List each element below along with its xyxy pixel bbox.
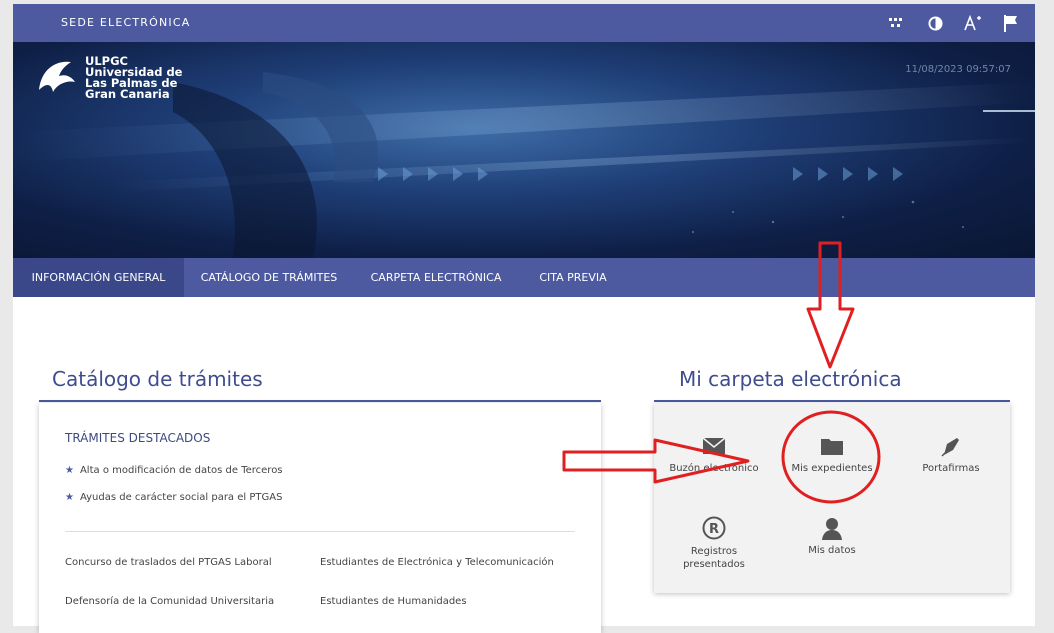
user-icon bbox=[822, 518, 842, 540]
featured-item-label: Alta o modificación de datos de Terceros bbox=[79, 465, 283, 476]
accessibility-tools bbox=[885, 11, 1023, 35]
star-icon: ★ bbox=[65, 465, 74, 476]
contrast-icon[interactable] bbox=[923, 11, 947, 35]
nav-carpeta-electronica[interactable]: CARPETA ELECTRÓNICA bbox=[354, 258, 518, 297]
tile-mis-datos[interactable]: Mis datos bbox=[782, 515, 882, 556]
featured-item[interactable]: ★ Ayudas de carácter social para el PTGAS bbox=[65, 492, 282, 503]
top-bar: SEDE ELECTRÓNICA bbox=[13, 4, 1035, 42]
tile-portafirmas[interactable]: Portafirmas bbox=[901, 433, 1001, 474]
featured-item[interactable]: ★ Alta o modificación de datos de Tercero… bbox=[65, 465, 283, 476]
svg-text:R: R bbox=[709, 522, 719, 537]
ulpgc-logo[interactable]: ULPGC Universidad de Las Palmas de Gran … bbox=[35, 55, 182, 101]
banner-datetime: 11/08/2023 09:57:07 bbox=[905, 64, 1011, 75]
divider bbox=[65, 531, 575, 532]
tile-label: Portafirmas bbox=[922, 463, 980, 474]
font-size-icon[interactable] bbox=[961, 11, 985, 35]
tile-registros-presentados[interactable]: R Registros presentados bbox=[664, 515, 764, 571]
main-nav: INFORMACIÓN GENERAL CATÁLOGO DE TRÁMITES… bbox=[13, 258, 1035, 297]
catalog-link[interactable]: Concurso de traslados del PTGAS Laboral bbox=[65, 557, 272, 568]
logo-line: Gran Canaria bbox=[85, 87, 170, 101]
tile-label: Mis expedientes bbox=[791, 463, 873, 474]
language-flag-icon[interactable] bbox=[999, 11, 1023, 35]
nav-catalogo-tramites[interactable]: CATÁLOGO DE TRÁMITES bbox=[184, 258, 354, 297]
pen-nib-icon bbox=[941, 438, 959, 457]
tile-mis-expedientes[interactable]: Mis expedientes bbox=[782, 433, 882, 474]
site-title: SEDE ELECTRÓNICA bbox=[61, 16, 191, 29]
ulpgc-logo-text: ULPGC Universidad de Las Palmas de Gran … bbox=[85, 55, 182, 101]
tile-buzon-electronico[interactable]: Buzón electrónico bbox=[664, 433, 764, 474]
featured-item-label: Ayudas de carácter social para el PTGAS bbox=[79, 492, 283, 503]
ulpgc-logo-mark-icon bbox=[39, 61, 75, 92]
folder-title-rule bbox=[654, 400, 1010, 402]
nav-informacion-general[interactable]: INFORMACIÓN GENERAL bbox=[13, 258, 184, 297]
catalog-link[interactable]: Defensoría de la Comunidad Universitaria bbox=[65, 596, 274, 607]
nav-cita-previa[interactable]: CITA PREVIA bbox=[518, 258, 628, 297]
catalog-link[interactable]: Estudiantes de Electrónica y Telecomunic… bbox=[320, 557, 554, 568]
folder-panel: Buzón electrónico Mis expedientes Portaf… bbox=[654, 403, 1010, 593]
main-content: Catálogo de trámites TRÁMITES DESTACADOS… bbox=[13, 297, 1035, 633]
catalog-title: Catálogo de trámites bbox=[52, 367, 263, 391]
tile-label: Mis datos bbox=[808, 545, 856, 556]
tile-label: Registros presentados bbox=[683, 546, 745, 570]
featured-title: TRÁMITES DESTACADOS bbox=[65, 431, 211, 445]
tile-label: Buzón electrónico bbox=[669, 463, 759, 474]
folder-title: Mi carpeta electrónica bbox=[679, 367, 902, 391]
catalog-link[interactable]: Estudiantes de Humanidades bbox=[320, 596, 467, 607]
envelope-icon bbox=[702, 437, 726, 454]
accessibility-grid-icon[interactable] bbox=[885, 11, 909, 35]
header-banner: ULPGC Universidad de Las Palmas de Gran … bbox=[13, 42, 1035, 258]
registered-icon: R bbox=[702, 516, 726, 540]
catalog-title-rule bbox=[39, 400, 601, 402]
catalog-panel: TRÁMITES DESTACADOS ★ Alta o modificación… bbox=[39, 403, 601, 633]
star-icon: ★ bbox=[65, 492, 74, 503]
folder-icon bbox=[821, 439, 843, 455]
